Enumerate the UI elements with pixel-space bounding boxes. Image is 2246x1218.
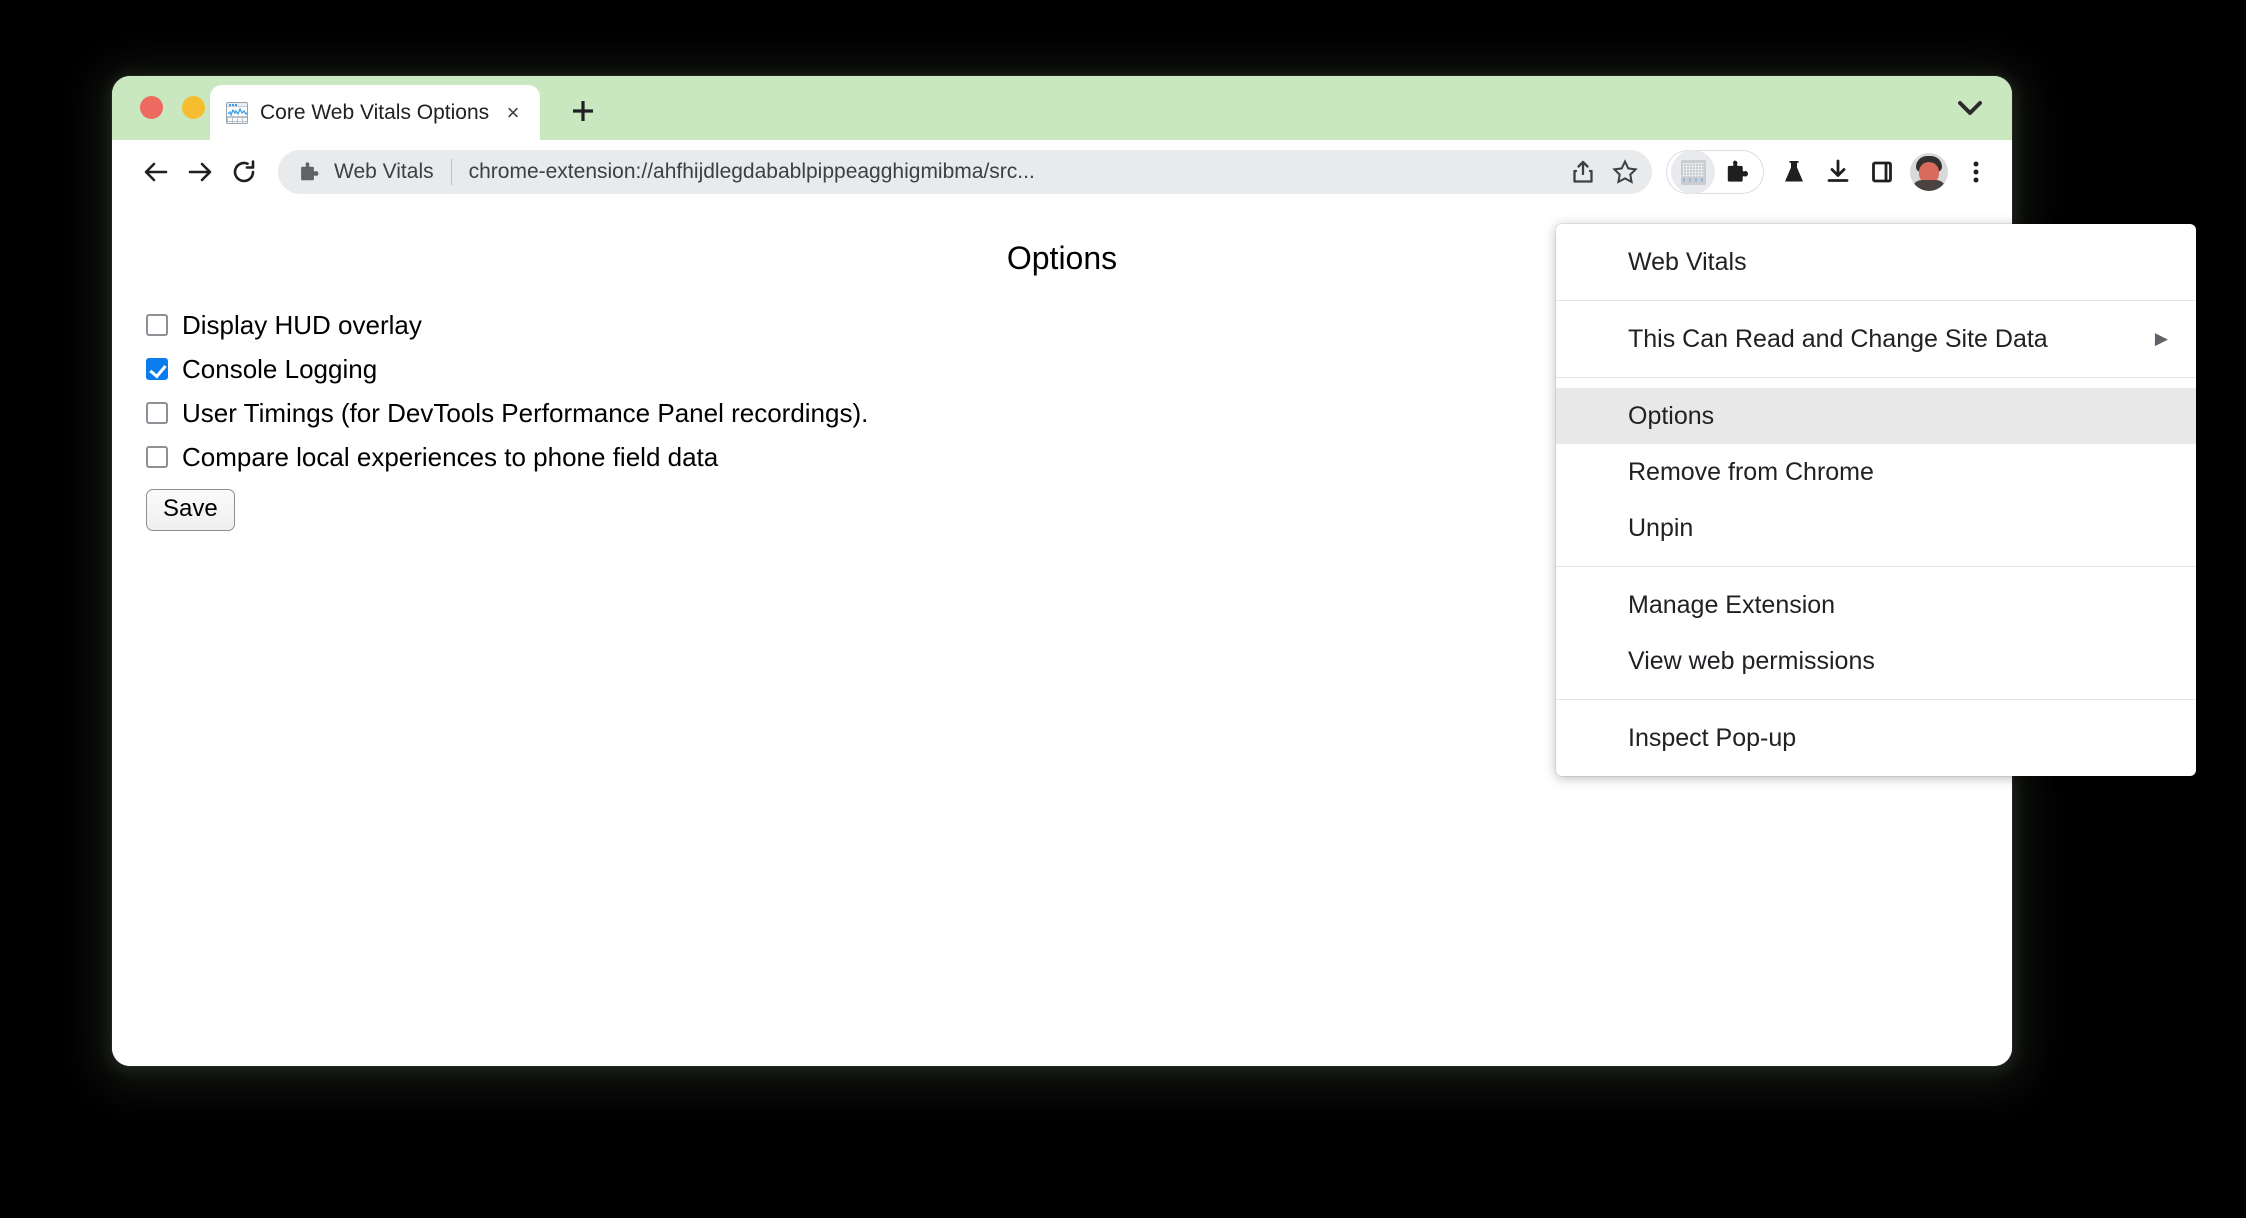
menu-group: Web Vitals	[1556, 224, 2196, 300]
menu-item-label: Manage Extension	[1628, 590, 1836, 619]
close-window-button[interactable]	[140, 96, 163, 119]
menu-item-label: Unpin	[1628, 513, 1694, 542]
menu-item-label: Inspect Pop-up	[1628, 723, 1797, 752]
option-label: Compare local experiences to phone field…	[182, 441, 719, 472]
menu-item-options[interactable]: Options	[1556, 388, 2196, 444]
menu-item-label: Options	[1628, 401, 1715, 430]
omnibox-url-text[interactable]: chrome-extension://ahfhijdlegdabablpippe…	[469, 160, 1564, 184]
three-dot-menu-icon	[1973, 161, 1979, 183]
web-vitals-extension-button[interactable]	[1671, 150, 1715, 194]
new-tab-button[interactable]	[564, 92, 602, 130]
star-outline-icon	[1612, 159, 1638, 184]
menu-group: Manage Extension View web permissions	[1556, 567, 2196, 699]
downloads-button[interactable]	[1816, 150, 1860, 194]
minimize-window-button[interactable]	[182, 96, 205, 119]
extension-action-pill	[1666, 150, 1764, 194]
menu-item-label: Web Vitals	[1628, 247, 1747, 276]
menu-item-view-web-permissions[interactable]: View web permissions	[1556, 633, 2196, 689]
side-panel-button[interactable]	[1860, 150, 1904, 194]
profile-avatar[interactable]	[1910, 153, 1948, 191]
forward-arrow-icon	[188, 162, 212, 182]
download-icon	[1827, 159, 1849, 182]
menu-item-label: This Can Read and Change Site Data	[1628, 324, 2048, 353]
chrome-menu-button[interactable]	[1954, 150, 1998, 194]
menu-group: Inspect Pop-up	[1556, 700, 2196, 776]
screen: Core Web Vitals Options × Web Vitals chr…	[0, 0, 2246, 1218]
address-bar[interactable]: Web Vitals chrome-extension://ahfhijdleg…	[278, 150, 1652, 194]
option-label: User Timings (for DevTools Performance P…	[182, 397, 869, 428]
user-timings-checkbox[interactable]	[146, 402, 168, 424]
tab-title: Core Web Vitals Options	[260, 100, 490, 124]
tab-search-chevron-down-icon[interactable]	[1952, 90, 1988, 126]
omnibox-actions	[1564, 153, 1644, 191]
extension-context-menu: Web Vitals This Can Read and Change Site…	[1556, 224, 2196, 776]
tab-strip: Core Web Vitals Options ×	[112, 76, 2012, 140]
chevron-down-icon	[1958, 101, 1982, 115]
web-vitals-chart-icon	[226, 101, 248, 124]
extensions-menu-button[interactable]	[1715, 150, 1759, 194]
option-label: Display HUD overlay	[182, 309, 422, 340]
save-button[interactable]: Save	[146, 489, 235, 531]
share-icon	[1573, 160, 1593, 183]
submenu-caret-right-icon: ▶	[2154, 329, 2168, 348]
menu-item-label: View web permissions	[1628, 646, 1875, 675]
close-tab-button[interactable]: ×	[500, 100, 526, 126]
browser-tab-active[interactable]: Core Web Vitals Options ×	[210, 85, 540, 140]
bookmark-button[interactable]	[1606, 153, 1644, 191]
menu-group: Options Remove from Chrome Unpin	[1556, 378, 2196, 566]
omnibox-divider	[450, 159, 452, 185]
forward-button[interactable]	[178, 150, 222, 194]
menu-group: This Can Read and Change Site Data ▶	[1556, 301, 2196, 377]
menu-item-web-vitals[interactable]: Web Vitals	[1556, 234, 2196, 290]
menu-item-unpin[interactable]: Unpin	[1556, 500, 2196, 556]
menu-item-site-data[interactable]: This Can Read and Change Site Data ▶	[1556, 311, 2196, 367]
flask-icon	[1785, 161, 1803, 182]
puzzle-piece-glyph	[301, 162, 319, 181]
menu-item-inspect-popup[interactable]: Inspect Pop-up	[1556, 710, 2196, 766]
reload-button[interactable]	[222, 150, 266, 194]
side-panel-icon	[1872, 161, 1892, 183]
menu-item-remove-from-chrome[interactable]: Remove from Chrome	[1556, 444, 2196, 500]
menu-item-label: Remove from Chrome	[1628, 457, 1874, 486]
puzzle-piece-icon	[296, 159, 322, 185]
console-logging-checkbox[interactable]	[146, 358, 168, 380]
back-button[interactable]	[134, 150, 178, 194]
labs-button[interactable]	[1772, 150, 1816, 194]
compare-phone-field-data-checkbox[interactable]	[146, 446, 168, 468]
puzzle-piece-icon	[1727, 160, 1748, 182]
back-arrow-icon	[144, 162, 168, 182]
share-button[interactable]	[1564, 153, 1602, 191]
menu-item-manage-extension[interactable]: Manage Extension	[1556, 577, 2196, 633]
option-label: Console Logging	[182, 353, 378, 384]
browser-toolbar: Web Vitals chrome-extension://ahfhijdleg…	[112, 140, 2012, 204]
omnibox-extension-chip: Web Vitals	[334, 160, 434, 183]
display-hud-overlay-checkbox[interactable]	[146, 314, 168, 336]
plus-icon	[573, 101, 593, 121]
reload-icon	[233, 160, 255, 183]
web-vitals-gray-chart-icon	[1680, 159, 1706, 185]
